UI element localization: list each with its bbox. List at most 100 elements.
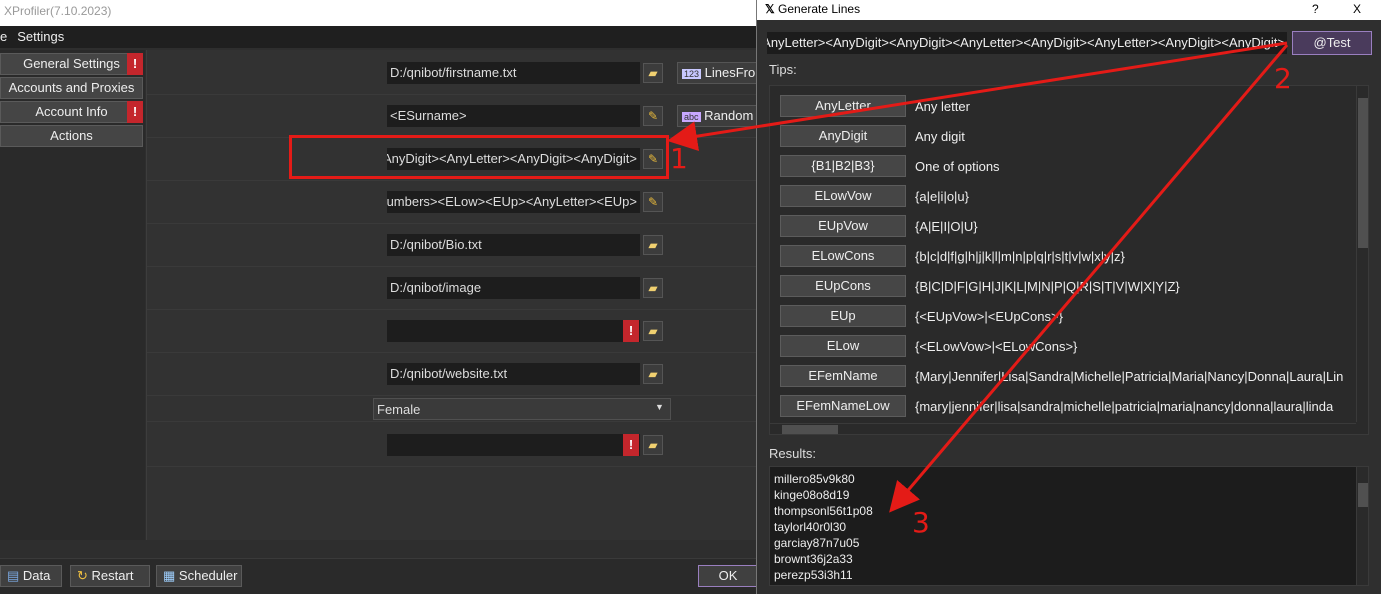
password-value: <Numbers><ELow><EUp><AnyLetter><EUp> xyxy=(387,194,637,209)
tips-vertical-scrollbar[interactable] xyxy=(1356,86,1368,422)
sidebar-item-label: Account Info xyxy=(35,104,108,119)
lastname-input[interactable]: <ESurname> xyxy=(387,105,640,127)
gender-selected-value: Female xyxy=(377,402,421,417)
sidebar-item-label: General Settings xyxy=(23,56,120,71)
bottom-toolbar: ▤ Data ↻ Restart ▦ Scheduler OK xyxy=(0,558,760,594)
abc-icon: abc xyxy=(682,112,701,122)
x-logo-icon: 𝕏 xyxy=(765,2,775,16)
folder-icon[interactable]: ▰ xyxy=(643,63,663,83)
field-row-lastname: Lastname <ESurname> ✎ abc Random xyxy=(147,95,761,138)
test-button[interactable]: @Test xyxy=(1292,31,1372,55)
data-label: Data xyxy=(22,568,51,583)
tip-description: {<EUpVow>|<EUpCons>} xyxy=(915,309,1063,324)
test-label: Test xyxy=(1326,35,1351,50)
alert-icon: ! xyxy=(127,101,143,123)
folder-icon[interactable]: ▰ xyxy=(643,235,663,255)
tip-anyletter-button[interactable]: AnyLetter xyxy=(780,95,906,117)
password-input[interactable]: <Numbers><ELow><EUp><AnyLetter><EUp> xyxy=(387,191,640,213)
tip-description: {mary|jennifer|lisa|sandra|michelle|patr… xyxy=(915,399,1334,414)
pattern-input[interactable]: <AnyLetter><AnyDigit><AnyDigit><AnyLette… xyxy=(767,32,1287,54)
folder-icon[interactable]: ▰ xyxy=(643,435,663,455)
tip-elow-button[interactable]: ELow xyxy=(780,335,906,357)
tip-eupvow-button[interactable]: EUpVow xyxy=(780,215,906,237)
annotation-number-3: 3 xyxy=(912,506,930,539)
window-title: XProfiler(7.10.2023) xyxy=(0,0,760,26)
tip-description: Any digit xyxy=(915,129,965,144)
sidebar: General Settings ! Accounts and Proxies … xyxy=(0,50,145,540)
ok-button[interactable]: OK xyxy=(698,565,758,587)
result-line: perezp53i3h11 xyxy=(774,568,853,582)
firstname-input[interactable]: D:/qnibot/firstname.txt xyxy=(387,62,640,84)
annotation-number-1: 1 xyxy=(670,142,688,175)
folder-icon[interactable]: ▰ xyxy=(643,278,663,298)
result-line: thompsonl56t1p08 xyxy=(774,504,873,518)
sidebar-item-label: Accounts and Proxies xyxy=(8,80,135,95)
tip-description: {A|E|I|O|U} xyxy=(915,219,978,234)
help-button[interactable]: ? xyxy=(1312,2,1319,16)
menu-bar: e Settings xyxy=(0,26,760,48)
random-button[interactable]: abc Random xyxy=(677,105,761,127)
account-info-form: Firstname D:/qnibot/firstname.txt ▰ 123 … xyxy=(146,50,761,540)
username-highlight-box xyxy=(289,135,669,179)
scroll-thumb[interactable] xyxy=(782,425,838,434)
restart-button[interactable]: ↻ Restart xyxy=(70,565,150,587)
scheduler-label: Scheduler xyxy=(178,568,238,583)
scroll-thumb[interactable] xyxy=(1358,98,1368,248)
tip-description: {<ELowVow>|<ELowCons>} xyxy=(915,339,1078,354)
tip-description: {a|e|i|o|u} xyxy=(915,189,969,204)
scheduler-button[interactable]: ▦ Scheduler xyxy=(156,565,242,587)
pencil-icon[interactable]: ✎ xyxy=(643,106,663,126)
tips-horizontal-scrollbar[interactable] xyxy=(770,423,1356,434)
tip-description: {b|c|d|f|g|h|j|k|l|m|n|p|q|r|s|t|v|w|x|y… xyxy=(915,249,1125,264)
scroll-thumb[interactable] xyxy=(1358,483,1368,507)
website-input[interactable]: D:/qnibot/website.txt xyxy=(387,363,640,385)
tip-efemname-button[interactable]: EFemName xyxy=(780,365,906,387)
tip-efemnamelow-button[interactable]: EFemNameLow xyxy=(780,395,906,417)
tip-elowvow-button[interactable]: ELowVow xyxy=(780,185,906,207)
tip-elowcons-button[interactable]: ELowCons xyxy=(780,245,906,267)
numbers-icon: 123 xyxy=(682,69,702,79)
field-row-location: Location ! ▰ xyxy=(147,424,761,467)
menu-settings[interactable]: Settings xyxy=(17,29,64,48)
calendar-icon: ▦ xyxy=(163,568,176,583)
result-line: kinge08o8d19 xyxy=(774,488,850,502)
tips-list: AnyLetter Any letter AnyDigit Any digit … xyxy=(769,85,1369,435)
tip-options-button[interactable]: {B1|B2|B3} xyxy=(780,155,906,177)
gender-select[interactable]: Female xyxy=(373,398,671,420)
results-box[interactable]: millero85v9k80 kinge08o8d19 thompsonl56t… xyxy=(769,466,1369,586)
alert-icon: ! xyxy=(623,320,639,342)
pencil-icon[interactable]: ✎ xyxy=(643,192,663,212)
sidebar-item-general-settings[interactable]: General Settings xyxy=(0,53,143,75)
tip-eupcons-button[interactable]: EUpCons xyxy=(780,275,906,297)
tip-anydigit-button[interactable]: AnyDigit xyxy=(780,125,906,147)
sidebar-item-actions[interactable]: Actions xyxy=(0,125,143,147)
tip-description: {B|C|D|F|G|H|J|K|L|M|N|P|Q|R|S|T|V|W|X|Y… xyxy=(915,279,1180,294)
dialog-titlebar: 𝕏 Generate Lines ? X xyxy=(757,0,1381,20)
folder-icon[interactable]: ▰ xyxy=(643,321,663,341)
result-line: garciay87n7u05 xyxy=(774,536,860,550)
field-row-bio-file: Bio File D:/qnibot/Bio.txt ▰ xyxy=(147,224,761,267)
header-photos-input[interactable] xyxy=(387,320,640,342)
annotation-number-2: 2 xyxy=(1274,62,1292,95)
tips-label: Tips: xyxy=(769,62,797,77)
sidebar-item-accounts-and-proxies[interactable]: Accounts and Proxies xyxy=(0,77,143,99)
main-window: XProfiler(7.10.2023) e Settings General … xyxy=(0,0,761,594)
restart-icon: ↻ xyxy=(77,568,88,583)
tip-eup-button[interactable]: EUp xyxy=(780,305,906,327)
alert-icon: ! xyxy=(623,434,639,456)
sidebar-item-account-info[interactable]: Account Info xyxy=(0,101,143,123)
field-row-password: Password <Numbers><ELow><EUp><AnyLetter>… xyxy=(147,181,761,224)
field-row-header-photos: Header Photos ! ▰ xyxy=(147,310,761,353)
menu-file[interactable]: e xyxy=(0,29,7,48)
folder-icon[interactable]: ▰ xyxy=(643,364,663,384)
sidebar-item-label: Actions xyxy=(50,128,93,143)
close-icon[interactable]: X xyxy=(1353,2,1361,16)
lines-from-button[interactable]: 123 LinesFro xyxy=(677,62,761,84)
location-input[interactable] xyxy=(387,434,640,456)
data-button[interactable]: ▤ Data xyxy=(0,565,62,587)
bio-file-input[interactable]: D:/qnibot/Bio.txt xyxy=(387,234,640,256)
field-row-select-gender: Select Gender Female ▼ xyxy=(147,396,761,422)
result-line: brownt36j2a33 xyxy=(774,552,853,566)
avatar-folder-input[interactable]: D:/qnibot/image xyxy=(387,277,640,299)
results-vertical-scrollbar[interactable] xyxy=(1356,467,1368,585)
